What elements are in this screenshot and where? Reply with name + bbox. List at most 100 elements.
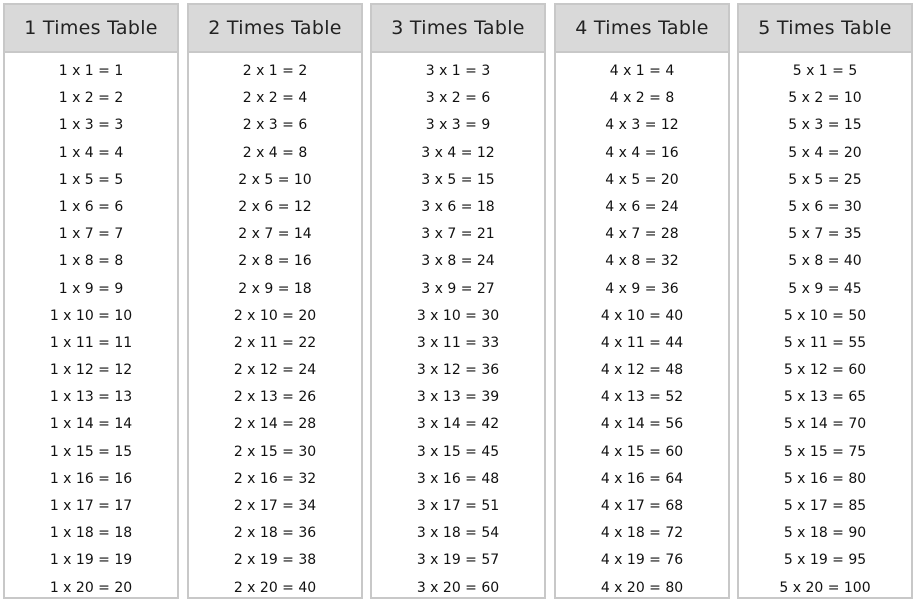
table-row: 4 x 11 = 44 <box>600 334 684 351</box>
table-row: 3 x 7 = 21 <box>421 226 495 243</box>
table-row: 1 x 14 = 14 <box>49 416 133 433</box>
times-table-2: 2 Times Table 2 x 1 = 2 2 x 2 = 4 2 x 3 = 6… <box>187 3 363 599</box>
table-row: 4 x 20 = 80 <box>600 579 684 596</box>
table-row: 4 x 15 = 60 <box>600 443 684 460</box>
table-row: 5 x 18 = 90 <box>783 525 867 542</box>
table-row: 5 x 11 = 55 <box>783 334 867 351</box>
table-row: 5 x 13 = 65 <box>783 389 867 406</box>
table-row: 5 x 20 = 100 <box>779 579 871 596</box>
table-row: 2 x 14 = 28 <box>233 416 317 433</box>
table-row: 4 x 13 = 52 <box>600 389 684 406</box>
table-row: 2 x 4 = 8 <box>242 144 308 161</box>
table-row: 2 x 10 = 20 <box>233 307 317 324</box>
table-row: 2 x 2 = 4 <box>242 90 308 107</box>
table-row: 3 x 14 = 42 <box>416 416 500 433</box>
table-row: 4 x 16 = 64 <box>600 470 684 487</box>
table-row: 3 x 15 = 45 <box>416 443 500 460</box>
table-header: 1 Times Table <box>5 5 177 53</box>
table-row: 5 x 12 = 60 <box>783 362 867 379</box>
table-row: 5 x 19 = 95 <box>783 552 867 569</box>
table-row: 2 x 16 = 32 <box>233 470 317 487</box>
table-header: 2 Times Table <box>189 5 361 53</box>
table-row: 1 x 8 = 8 <box>58 253 124 270</box>
table-row: 1 x 15 = 15 <box>49 443 133 460</box>
table-row: 5 x 15 = 75 <box>783 443 867 460</box>
table-row: 3 x 2 = 6 <box>425 90 491 107</box>
times-table-5: 5 Times Table 5 x 1 = 5 5 x 2 = 10 5 x 3 = … <box>737 3 913 599</box>
table-row: 3 x 3 = 9 <box>425 117 491 134</box>
table-row: 1 x 3 = 3 <box>58 117 124 134</box>
table-row: 2 x 1 = 2 <box>242 63 308 79</box>
table-row: 1 x 12 = 12 <box>49 362 133 379</box>
table-row: 3 x 5 = 15 <box>421 171 495 188</box>
table-row: 1 x 9 = 9 <box>58 280 124 297</box>
table-row: 5 x 8 = 40 <box>788 253 862 270</box>
table-row: 4 x 7 = 28 <box>605 226 679 243</box>
table-row: 4 x 4 = 16 <box>605 144 679 161</box>
table-row: 2 x 19 = 38 <box>233 552 317 569</box>
table-row: 4 x 19 = 76 <box>600 552 684 569</box>
table-row: 1 x 10 = 10 <box>49 307 133 324</box>
table-row: 3 x 4 = 12 <box>421 144 495 161</box>
table-row: 3 x 6 = 18 <box>421 198 495 215</box>
table-row: 1 x 1 = 1 <box>58 63 124 79</box>
table-row: 1 x 20 = 20 <box>49 579 133 596</box>
table-row: 2 x 18 = 36 <box>233 525 317 542</box>
table-row: 2 x 3 = 6 <box>242 117 308 134</box>
table-rows: 1 x 1 = 1 1 x 2 = 2 1 x 3 = 3 1 x 4 = 4 1 x … <box>5 53 177 602</box>
table-row: 3 x 10 = 30 <box>416 307 500 324</box>
table-row: 2 x 9 = 18 <box>238 280 312 297</box>
table-row: 2 x 11 = 22 <box>233 334 317 351</box>
table-row: 3 x 17 = 51 <box>416 498 500 514</box>
table-row: 1 x 19 = 19 <box>49 552 133 569</box>
table-row: 2 x 15 = 30 <box>233 443 317 460</box>
table-row: 1 x 13 = 13 <box>49 389 133 406</box>
table-rows: 3 x 1 = 3 3 x 2 = 6 3 x 3 = 9 3 x 4 = 12 3 x… <box>372 53 544 602</box>
table-rows: 2 x 1 = 2 2 x 2 = 4 2 x 3 = 6 2 x 4 = 8 2 x … <box>189 53 361 602</box>
table-row: 1 x 4 = 4 <box>58 144 124 161</box>
times-table-1: 1 Times Table 1 x 1 = 1 1 x 2 = 2 1 x 3 = 3… <box>3 3 179 599</box>
table-row: 1 x 11 = 11 <box>49 334 133 351</box>
table-row: 2 x 20 = 40 <box>233 579 317 596</box>
table-row: 3 x 20 = 60 <box>416 579 500 596</box>
table-header: 5 Times Table <box>739 5 911 53</box>
table-row: 3 x 9 = 27 <box>421 280 495 297</box>
table-row: 4 x 12 = 48 <box>600 362 684 379</box>
table-row: 3 x 1 = 3 <box>425 63 491 79</box>
table-row: 5 x 6 = 30 <box>788 198 862 215</box>
table-row: 1 x 7 = 7 <box>58 226 124 243</box>
table-row: 4 x 9 = 36 <box>605 280 679 297</box>
table-row: 3 x 18 = 54 <box>416 525 500 542</box>
table-row: 5 x 7 = 35 <box>788 226 862 243</box>
table-row: 1 x 5 = 5 <box>58 171 124 188</box>
table-row: 4 x 2 = 8 <box>609 90 675 107</box>
table-header: 3 Times Table <box>372 5 544 53</box>
table-row: 3 x 11 = 33 <box>416 334 500 351</box>
table-row: 4 x 10 = 40 <box>600 307 684 324</box>
table-row: 5 x 14 = 70 <box>783 416 867 433</box>
table-row: 2 x 6 = 12 <box>238 198 312 215</box>
table-row: 4 x 18 = 72 <box>600 525 684 542</box>
table-row: 3 x 8 = 24 <box>421 253 495 270</box>
table-row: 1 x 17 = 17 <box>49 498 133 514</box>
table-row: 4 x 5 = 20 <box>605 171 679 188</box>
table-row: 2 x 8 = 16 <box>238 253 312 270</box>
times-table-3: 3 Times Table 3 x 1 = 3 3 x 2 = 6 3 x 3 = 9… <box>370 3 546 599</box>
table-row: 1 x 16 = 16 <box>49 470 133 487</box>
table-row: 4 x 1 = 4 <box>609 63 675 79</box>
table-row: 5 x 2 = 10 <box>788 90 862 107</box>
table-header: 4 Times Table <box>556 5 728 53</box>
table-row: 1 x 2 = 2 <box>58 90 124 107</box>
table-row: 3 x 19 = 57 <box>416 552 500 569</box>
table-row: 4 x 8 = 32 <box>605 253 679 270</box>
table-row: 5 x 16 = 80 <box>783 470 867 487</box>
table-rows: 4 x 1 = 4 4 x 2 = 8 4 x 3 = 12 4 x 4 = 16 4 … <box>556 53 728 602</box>
table-row: 5 x 10 = 50 <box>783 307 867 324</box>
table-row: 3 x 13 = 39 <box>416 389 500 406</box>
table-row: 5 x 5 = 25 <box>788 171 862 188</box>
table-row: 1 x 18 = 18 <box>49 525 133 542</box>
table-row: 5 x 17 = 85 <box>783 498 867 514</box>
table-row: 4 x 17 = 68 <box>600 498 684 514</box>
table-row: 3 x 16 = 48 <box>416 470 500 487</box>
table-row: 3 x 12 = 36 <box>416 362 500 379</box>
